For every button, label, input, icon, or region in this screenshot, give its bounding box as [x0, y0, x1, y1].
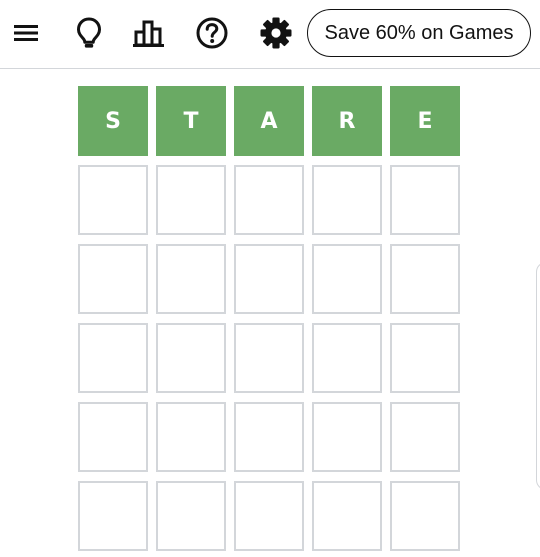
board-tile [390, 402, 460, 472]
board-tile: E [390, 86, 460, 156]
side-panel-edge [536, 262, 540, 490]
board-tile [156, 481, 226, 551]
board-tile [156, 244, 226, 314]
board-tile: A [234, 86, 304, 156]
board-tile [234, 165, 304, 235]
board-tile [312, 244, 382, 314]
board-tile [78, 481, 148, 551]
board-tile [156, 323, 226, 393]
board-tile [312, 165, 382, 235]
game-board: STARE [78, 86, 460, 551]
gear-icon[interactable] [259, 14, 293, 52]
save-on-games-button[interactable]: Save 60% on Games [307, 9, 531, 57]
board-tile [234, 402, 304, 472]
board-tile: T [156, 86, 226, 156]
board-tile [78, 402, 148, 472]
board-tile [390, 323, 460, 393]
board-tile [234, 481, 304, 551]
menu-icon[interactable] [9, 14, 43, 52]
stats-icon[interactable] [132, 14, 166, 52]
lightbulb-icon[interactable] [72, 14, 106, 52]
help-icon[interactable] [195, 14, 229, 52]
board-tile [78, 244, 148, 314]
board-tile [156, 165, 226, 235]
board-tile [156, 402, 226, 472]
board-tile [312, 402, 382, 472]
board-tile: R [312, 86, 382, 156]
board-tile [234, 244, 304, 314]
board-tile [312, 323, 382, 393]
board-tile [312, 481, 382, 551]
board-tile: S [78, 86, 148, 156]
board-tile [390, 481, 460, 551]
game-toolbar: Save 60% on Games [0, 0, 540, 69]
board-tile [390, 165, 460, 235]
board-tile [78, 165, 148, 235]
board-tile [390, 244, 460, 314]
board-tile [78, 323, 148, 393]
board-tile [234, 323, 304, 393]
